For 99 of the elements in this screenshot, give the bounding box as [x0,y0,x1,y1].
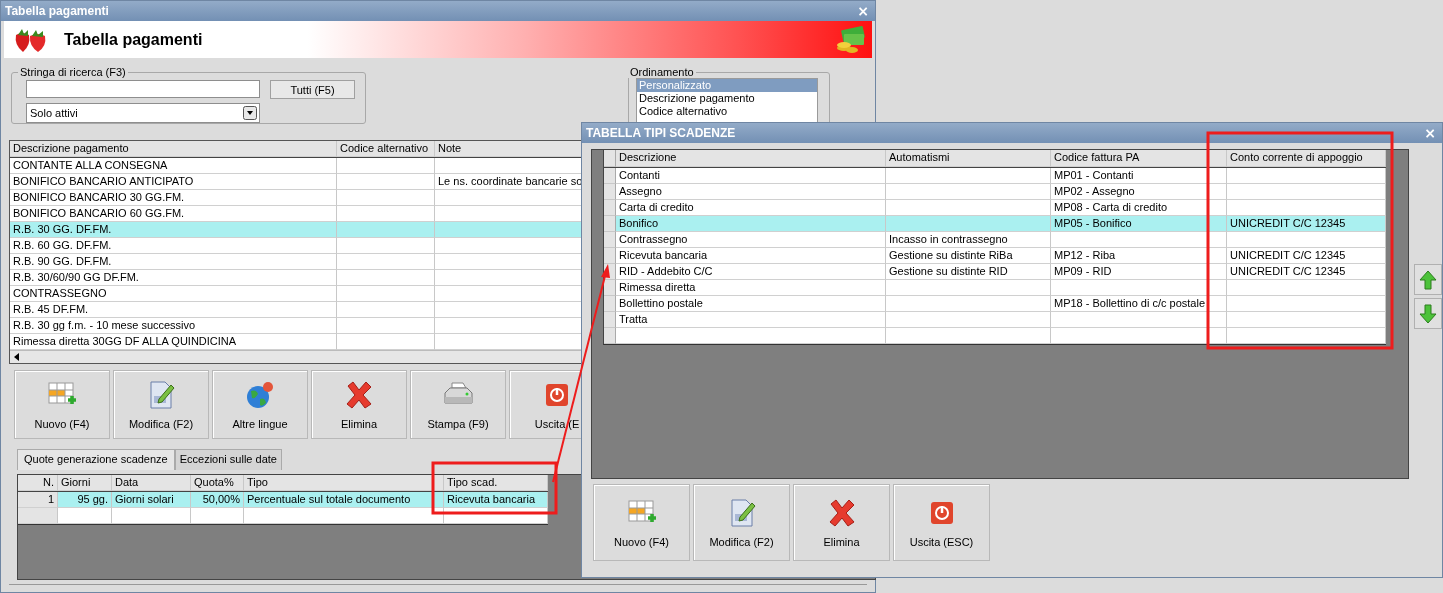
row-header-cell[interactable] [604,232,616,248]
toolbar-button[interactable]: Uscita (ESC) [893,484,990,561]
table-cell: Contanti [616,168,886,184]
table-cell: UNICREDIT C/C 12345 [1227,248,1386,264]
table-cell: R.B. 30 GG. DF.FM. [10,222,337,238]
empty-cell [191,508,244,524]
table-row[interactable]: Rimessa diretta [604,280,1386,296]
window-title: Tabella pagamenti [5,4,109,18]
table-cell: MP12 - Riba [1051,248,1227,264]
header-title: Tabella pagamenti [64,30,204,49]
ordering-option[interactable]: Descrizione pagamento [637,92,817,105]
row-header-cell [604,328,616,344]
table-cell: Contrassegno [616,232,886,248]
column-header[interactable]: Tipo scad. [444,475,548,491]
table-row[interactable]: Bollettino postale MP18 - Bollettino di c/c postale [604,296,1386,312]
table-cell: Bonifico [616,216,886,232]
table-cell: 50,00% [191,492,244,508]
table-cell: Gestione su distinte RiBa [886,248,1051,264]
group-label: Ordinamento [629,66,695,78]
table-row[interactable]: Contrassegno Incasso in contrassegno [604,232,1386,248]
table-row[interactable]: 1 95 gg. Giorni solari 50,00% Percentuale sul totale documento Ricevuta bancaria [18,492,548,508]
empty-row[interactable] [18,508,548,524]
column-header[interactable]: N. [18,475,58,491]
table-cell: Assegno [616,184,886,200]
table-cell: 1 [18,492,58,508]
toolbar-button[interactable]: Altre lingue [212,370,308,439]
move-down-button[interactable] [1414,298,1442,329]
toolbar-button[interactable]: Modifica (F2) [693,484,790,561]
table-row[interactable]: Tratta [604,312,1386,328]
column-header[interactable]: Conto corrente di appoggio [1227,150,1386,167]
table-cell: MP18 - Bollettino di c/c postale [1051,296,1227,312]
table-row[interactable]: Contanti MP01 - Contanti [604,168,1386,184]
table-cell: MP02 - Assegno [1051,184,1227,200]
table-cell: CONTRASSEGNO [10,286,337,302]
toolbar-button[interactable]: Elimina [311,370,407,439]
window-title: TABELLA TIPI SCADENZE [586,126,736,140]
table-cell: CONTANTE ALLA CONSEGNA [10,158,337,174]
table-cell: MP01 - Contanti [1051,168,1227,184]
toolbar-button[interactable]: Modifica (F2) [113,370,209,439]
toolbar-button[interactable]: Nuovo (F4) [14,370,110,439]
table-cell: UNICREDIT C/C 12345 [1227,264,1386,280]
move-up-button[interactable] [1414,264,1442,295]
table-cell: BONIFICO BANCARIO ANTICIPATO [10,174,337,190]
column-header[interactable]: Data [112,475,191,491]
filter-dropdown[interactable]: Solo attivi [26,103,260,123]
row-header-cell[interactable] [604,296,616,312]
tab[interactable]: Quote generazione scadenze [17,449,175,470]
table-cell: MP09 - RID [1051,264,1227,280]
table-cell: Percentuale sul totale documento [244,492,444,508]
table-cell: R.B. 60 GG. DF.FM. [10,238,337,254]
column-header[interactable]: Codice alternativo [337,141,435,157]
column-header[interactable]: Tipo [244,475,444,491]
table-cell: UNICREDIT C/C 12345 [1227,216,1386,232]
toolbar-button[interactable]: Nuovo (F4) [593,484,690,561]
table-cell: Gestione su distinte RID [886,264,1051,280]
group-label: Stringa di ricerca (F3) [19,66,127,78]
row-header-cell[interactable] [604,248,616,264]
toolbar-button[interactable]: Stampa (F9) [410,370,506,439]
table-cell: Ricevuta bancaria [444,492,548,508]
table-row[interactable]: Assegno MP02 - Assegno [604,184,1386,200]
table-cell: RID - Addebito C/C [616,264,886,280]
empty-cell [18,508,58,524]
toolbar-button[interactable]: Elimina [793,484,890,561]
row-header-cell[interactable] [604,184,616,200]
down-arrow-icon [1419,303,1437,324]
up-arrow-icon [1419,269,1437,290]
row-header-cell[interactable] [604,280,616,296]
table-cell: R.B. 30 gg f.m. - 10 mese successivo [10,318,337,334]
column-header[interactable]: Automatismi [886,150,1051,167]
table-cell: Rimessa diretta [616,280,886,296]
show-all-button[interactable]: Tutti (F5) [270,80,355,99]
row-header-cell[interactable] [604,168,616,184]
table-cell: BONIFICO BANCARIO 30 GG.FM. [10,190,337,206]
row-header-cell[interactable] [604,312,616,328]
table-row[interactable]: RID - Addebito C/C Gestione su distinte RID MP09 - RID UNICREDIT C/C 12345 [604,264,1386,280]
table-cell: Incasso in contrassegno [886,232,1051,248]
row-header-cell[interactable] [604,200,616,216]
ordering-option[interactable]: Codice alternativo [637,105,817,118]
table-row[interactable]: Ricevuta bancaria Gestione su distinte RiBa MP12 - Riba UNICREDIT C/C 12345 [604,248,1386,264]
search-field[interactable] [26,80,260,98]
column-header[interactable]: Giorni [58,475,112,491]
table-cell: MP05 - Bonifico [1051,216,1227,232]
table-cell: R.B. 30/60/90 GG DF.FM. [10,270,337,286]
table-row[interactable]: Bonifico MP05 - Bonifico UNICREDIT C/C 12345 [604,216,1386,232]
table-cell: R.B. 90 GG. DF.FM. [10,254,337,270]
table-cell: 95 gg. [58,492,112,508]
column-header[interactable]: Quota% [191,475,244,491]
column-header[interactable]: Descrizione pagamento [10,141,337,157]
table-cell: Tratta [616,312,886,328]
table-cell: Giorni solari [112,492,191,508]
tab[interactable]: Eccezioni sulle date [174,449,282,470]
table-cell: Ricevuta bancaria [616,248,886,264]
table-cell: Bollettino postale [616,296,886,312]
column-header[interactable]: Codice fattura PA [1051,150,1227,167]
table-cell: R.B. 45 DF.FM. [10,302,337,318]
row-header-cell[interactable] [604,216,616,232]
globe-icon [244,379,276,411]
column-header[interactable]: Descrizione [616,150,886,167]
money-icon [836,25,866,54]
